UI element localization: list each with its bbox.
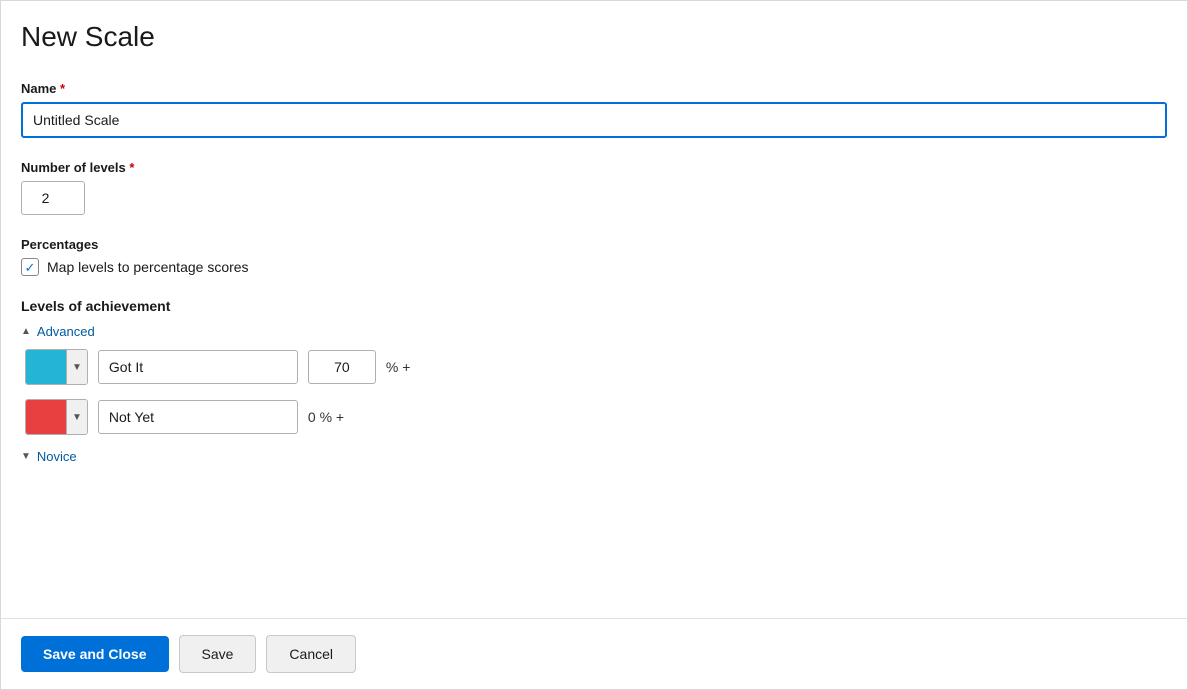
novice-arrow-icon: ▼ xyxy=(21,451,31,462)
levels-section-header: Levels of achievement xyxy=(21,298,1167,314)
level-row-1: ▼ % + xyxy=(25,349,1167,385)
map-checkbox-row[interactable]: ✓ Map levels to percentage scores xyxy=(21,258,1167,276)
save-and-close-button[interactable]: Save and Close xyxy=(21,636,169,672)
advanced-label: Advanced xyxy=(37,324,95,339)
level2-color-picker[interactable]: ▼ xyxy=(25,399,88,435)
page-title: New Scale xyxy=(21,21,1167,53)
map-checkbox-label: Map levels to percentage scores xyxy=(47,259,249,275)
level1-percent-input[interactable] xyxy=(308,350,376,384)
advanced-arrow-icon: ▲ xyxy=(21,326,31,337)
name-field-group: Name * xyxy=(21,81,1167,138)
footer: Save and Close Save Cancel xyxy=(1,618,1187,689)
checkmark-icon: ✓ xyxy=(25,261,36,274)
level2-name-input[interactable] xyxy=(98,400,298,434)
percentages-group: Percentages ✓ Map levels to percentage s… xyxy=(21,237,1167,276)
levels-field-group: Number of levels * xyxy=(21,160,1167,215)
level1-color-dropdown-arrow[interactable]: ▼ xyxy=(66,349,87,385)
levels-required: * xyxy=(129,160,134,175)
name-label: Name * xyxy=(21,81,1167,96)
level2-color-dropdown-arrow[interactable]: ▼ xyxy=(66,399,87,435)
level1-color-swatch xyxy=(26,349,66,385)
level-row-2: ▼ 0 % + xyxy=(25,399,1167,435)
level1-color-picker[interactable]: ▼ xyxy=(25,349,88,385)
page-container: New Scale Name * Number of levels * Perc… xyxy=(0,0,1188,690)
percentages-label: Percentages xyxy=(21,237,1167,252)
levels-label: Number of levels * xyxy=(21,160,1167,175)
name-input[interactable] xyxy=(21,102,1167,138)
name-required: * xyxy=(60,81,65,96)
level1-percent-suffix: % + xyxy=(386,359,411,375)
cancel-button[interactable]: Cancel xyxy=(266,635,356,673)
level2-percent-text: 0 % + xyxy=(308,409,344,425)
advanced-group-header[interactable]: ▲ Advanced xyxy=(21,324,1167,339)
level2-color-swatch xyxy=(26,399,66,435)
levels-input[interactable] xyxy=(21,181,85,215)
save-button[interactable]: Save xyxy=(179,635,257,673)
novice-group-header[interactable]: ▼ Novice xyxy=(21,449,1167,464)
novice-label: Novice xyxy=(37,449,77,464)
levels-section: Levels of achievement ▲ Advanced ▼ % + ▼… xyxy=(21,298,1167,464)
level1-name-input[interactable] xyxy=(98,350,298,384)
map-checkbox[interactable]: ✓ xyxy=(21,258,39,276)
